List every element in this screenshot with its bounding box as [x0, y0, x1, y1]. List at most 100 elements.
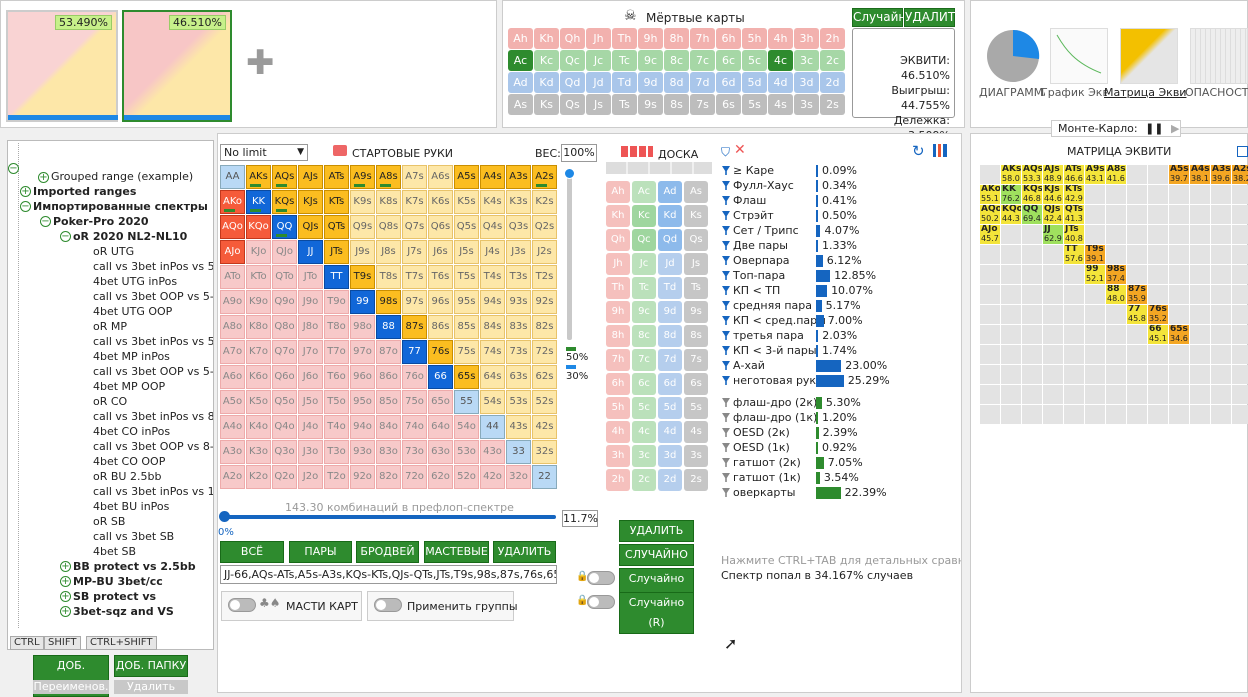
stat-label[interactable]: КП < ТП [722, 284, 780, 297]
board-card-3s[interactable]: 3s [684, 445, 708, 467]
equity-graph-tab[interactable] [1050, 28, 1108, 84]
hand-cell-K3s[interactable]: K3s [506, 190, 531, 214]
hand-cell-KK[interactable]: KK [246, 190, 271, 214]
hand-cell-T2o[interactable]: T2o [324, 465, 349, 489]
hand-cell-42o[interactable]: 42o [480, 465, 505, 489]
tab-ctrl[interactable]: CTRL [10, 636, 44, 650]
stat-label[interactable]: Флаш [722, 194, 766, 207]
dead-card-6h[interactable]: 6h [716, 28, 741, 49]
board-card-8d[interactable]: 8d [658, 325, 682, 347]
hand-cell-KJs[interactable]: KJs [298, 190, 323, 214]
hand-cell-97s[interactable]: 97s [402, 290, 427, 314]
stat-label[interactable]: Стрэйт [722, 209, 774, 222]
dead-card-Th[interactable]: Th [612, 28, 637, 49]
dead-card-Jd[interactable]: Jd [586, 72, 611, 93]
dead-card-6c[interactable]: 6c [716, 50, 741, 71]
bar-chart-icon[interactable] [933, 144, 947, 157]
filter-icon[interactable] [722, 443, 730, 452]
hand-cell-62s[interactable]: 62s [532, 365, 557, 389]
dead-card-8h[interactable]: 8h [664, 28, 689, 49]
select-suited-button[interactable]: МАСТЕВЫЕ [424, 541, 489, 563]
hand-cell-J4s[interactable]: J4s [480, 240, 505, 264]
dead-card-2h[interactable]: 2h [820, 28, 845, 49]
hand-cell-82o[interactable]: 82o [376, 465, 401, 489]
tree-item[interactable]: call vs 3bet OOP vs 5- [93, 289, 213, 304]
hand-cell-85s[interactable]: 85s [454, 315, 479, 339]
dead-card-2d[interactable]: 2d [820, 72, 845, 93]
hand-cell-32s[interactable]: 32s [532, 440, 557, 464]
tab-shift[interactable]: SHIFT [44, 636, 81, 650]
range-tile-2[interactable]: 46.510% [122, 10, 232, 122]
hand-cell-K4s[interactable]: K4s [480, 190, 505, 214]
filter-icon[interactable] [722, 166, 730, 175]
board-card-8c[interactable]: 8c [632, 325, 656, 347]
hand-cell-93o[interactable]: 93o [350, 440, 375, 464]
hand-cell-83s[interactable]: 83s [506, 315, 531, 339]
dead-card-6d[interactable]: 6d [716, 72, 741, 93]
hand-cell-AA[interactable]: AA [220, 165, 245, 189]
hand-cell-T9o[interactable]: T9o [324, 290, 349, 314]
board-card-Td[interactable]: Td [658, 277, 682, 299]
hand-cell-22[interactable]: 22 [532, 465, 557, 489]
tree-item[interactable]: call vs 3bet inPos vs 5 [93, 259, 213, 274]
board-card-9s[interactable]: 9s [684, 301, 708, 323]
hand-cell-43o[interactable]: 43o [480, 440, 505, 464]
hand-cell-JTo[interactable]: JTo [298, 265, 323, 289]
hand-cell-33[interactable]: 33 [506, 440, 531, 464]
tree-item[interactable]: oR 2020 NL2-NL10 [73, 229, 187, 244]
dead-card-Qd[interactable]: Qd [560, 72, 585, 93]
hand-cell-A9s[interactable]: A9s [350, 165, 375, 189]
board-card-Tc[interactable]: Tc [632, 277, 656, 299]
hand-cell-JTs[interactable]: JTs [324, 240, 349, 264]
tree-item[interactable]: 4bet CO OOP [93, 454, 165, 469]
board-card-4h[interactable]: 4h [606, 421, 630, 443]
dead-card-9s[interactable]: 9s [638, 94, 663, 115]
filter-icon[interactable] [722, 473, 730, 482]
dead-card-9h[interactable]: 9h [638, 28, 663, 49]
dead-card-Ah[interactable]: Ah [508, 28, 533, 49]
hand-cell-Q7s[interactable]: Q7s [402, 215, 427, 239]
hand-cell-97o[interactable]: 97o [350, 340, 375, 364]
hand-cell-53o[interactable]: 53o [454, 440, 479, 464]
hand-cell-K7s[interactable]: K7s [402, 190, 427, 214]
refresh-icon[interactable]: ↻ [912, 142, 925, 160]
board-card-Ah[interactable]: Ah [606, 181, 630, 203]
board-card-Ts[interactable]: Ts [684, 277, 708, 299]
hand-cell-A4s[interactable]: A4s [480, 165, 505, 189]
stat-label[interactable]: флаш-дро (2к) [722, 396, 817, 409]
expand-icon[interactable]: + [60, 561, 71, 572]
tree-item[interactable]: SB protect vs [73, 589, 156, 604]
expand-icon[interactable]: − [60, 231, 71, 242]
tree-item[interactable]: call vs 3bet OOP vs 5-7 [93, 364, 213, 379]
hand-cell-A3o[interactable]: A3o [220, 440, 245, 464]
hand-cell-Q7o[interactable]: Q7o [272, 340, 297, 364]
hand-cell-43s[interactable]: 43s [506, 415, 531, 439]
stat-label[interactable]: Две пары [722, 239, 788, 252]
hand-cell-65s[interactable]: 65s [454, 365, 479, 389]
tree-item[interactable]: 4bet MP OOP [93, 379, 165, 394]
hand-cell-96s[interactable]: 96s [428, 290, 453, 314]
stat-label[interactable]: ≥ Каре [722, 164, 774, 177]
hand-cell-72o[interactable]: 72o [402, 465, 427, 489]
hand-cell-86s[interactable]: 86s [428, 315, 453, 339]
hand-cell-73o[interactable]: 73o [402, 440, 427, 464]
hand-cell-64s[interactable]: 64s [480, 365, 505, 389]
weight-slider-handle[interactable] [564, 168, 575, 179]
tree-item[interactable]: Imported ranges [33, 184, 136, 199]
tree-item[interactable]: Grouped range (example) [51, 169, 193, 184]
board-card-2d[interactable]: 2d [658, 469, 682, 491]
hand-cell-ATo[interactable]: ATo [220, 265, 245, 289]
dead-card-8d[interactable]: 8d [664, 72, 689, 93]
board-card-4s[interactable]: 4s [684, 421, 708, 443]
filter-icon[interactable] [722, 226, 730, 235]
stat-label[interactable]: Оверпара [722, 254, 790, 267]
hand-cell-A2o[interactable]: A2o [220, 465, 245, 489]
hand-cell-J7o[interactable]: J7o [298, 340, 323, 364]
hand-cell-Q2o[interactable]: Q2o [272, 465, 297, 489]
stat-label[interactable]: гатшот (2к) [722, 456, 801, 469]
tree-item[interactable]: call vs 3bet inPos vs 8 [93, 409, 213, 424]
dead-card-3h[interactable]: 3h [794, 28, 819, 49]
dead-card-8c[interactable]: 8c [664, 50, 689, 71]
dead-card-5h[interactable]: 5h [742, 28, 767, 49]
board-card-Jd[interactable]: Jd [658, 253, 682, 275]
